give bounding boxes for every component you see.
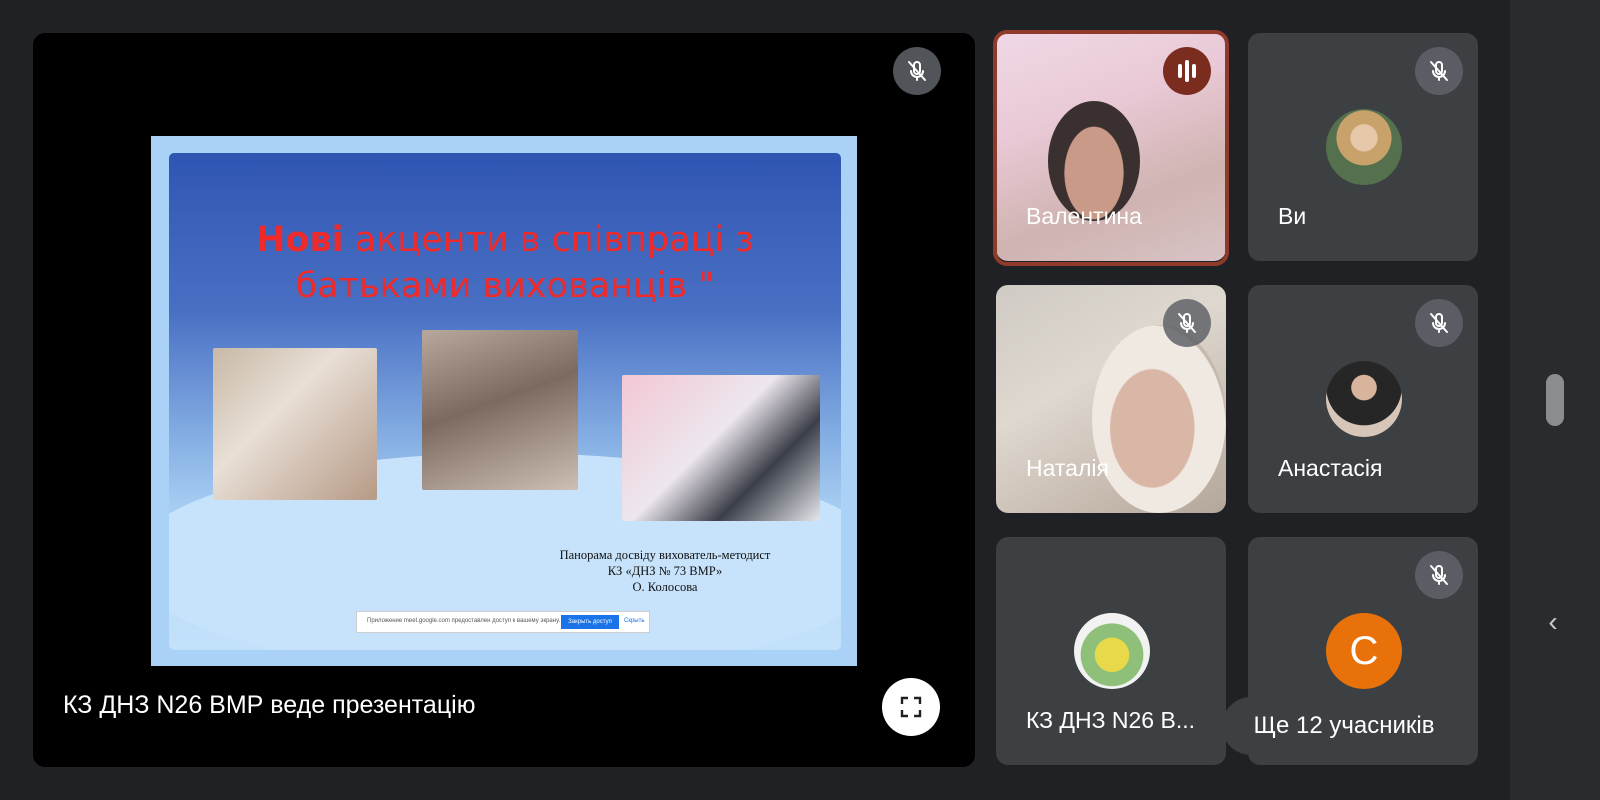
participant-tile[interactable]: Ви	[1248, 33, 1478, 261]
mic-off-icon	[1415, 299, 1463, 347]
mic-off-icon	[1415, 47, 1463, 95]
slide-title-rest: акценти в співпраці з батьками вихованці…	[295, 220, 754, 306]
participant-tile[interactable]: Анастасія	[1248, 285, 1478, 513]
slide-photo-mother-son	[213, 348, 377, 500]
mic-off-icon	[893, 47, 941, 95]
screen-share-notice: Приложение meet.google.com предоставлен …	[356, 611, 650, 633]
fullscreen-icon	[900, 696, 922, 718]
shared-slide: Нові акценти в співпраці з батьками вихо…	[151, 136, 857, 666]
participant-name: КЗ ДНЗ N26 В...	[1026, 707, 1195, 733]
scroll-handle[interactable]	[1546, 374, 1564, 426]
slide-background: Нові акценти в співпраці з батьками вихо…	[169, 153, 841, 650]
mic-off-icon	[1163, 299, 1211, 347]
participant-tile[interactable]: Наталія	[996, 285, 1226, 513]
participant-video	[1092, 325, 1226, 513]
slide-caption-line: КЗ «ДНЗ № 73 ВМР»	[607, 564, 723, 578]
slide-caption-line: Панорама досвіду вихователь-методист	[559, 548, 771, 562]
avatar: C	[1326, 613, 1402, 689]
slide-photo-family-snowman	[622, 375, 820, 521]
mic-off-icon	[1415, 551, 1463, 599]
slide-title: Нові акценти в співпраці з батьками вихо…	[199, 217, 811, 309]
participant-tile[interactable]: КЗ ДНЗ N26 В...	[996, 537, 1226, 765]
fullscreen-button[interactable]	[882, 678, 940, 736]
share-notice-text: Приложение meet.google.com предоставлен …	[367, 618, 561, 624]
presentation-stage: Нові акценти в співпраці з батьками вихо…	[33, 33, 975, 767]
slide-photo-family-table	[422, 330, 578, 490]
avatar	[1326, 109, 1402, 185]
slide-title-bold: Нові	[256, 220, 344, 260]
avatar	[1326, 361, 1402, 437]
slide-caption-line: О. Колосова	[632, 580, 698, 594]
participant-name: Наталія	[1026, 455, 1109, 481]
stop-sharing-button: Закрыть доступ	[561, 615, 619, 629]
slide-caption: Панорама досвіду вихователь-методист КЗ …	[509, 547, 821, 595]
participant-name: Анастасія	[1278, 455, 1383, 481]
participant-name: Ви	[1278, 203, 1307, 229]
chevron-left-icon[interactable]: ‹	[1542, 608, 1564, 636]
more-participants-button[interactable]: Ще 12 учасників	[1222, 697, 1466, 755]
avatar	[1074, 613, 1150, 689]
presenter-label: КЗ ДНЗ N26 ВМР веде презентацію	[63, 691, 476, 719]
hide-button: Скрыть	[624, 618, 645, 624]
active-speaker-border	[993, 30, 1229, 266]
